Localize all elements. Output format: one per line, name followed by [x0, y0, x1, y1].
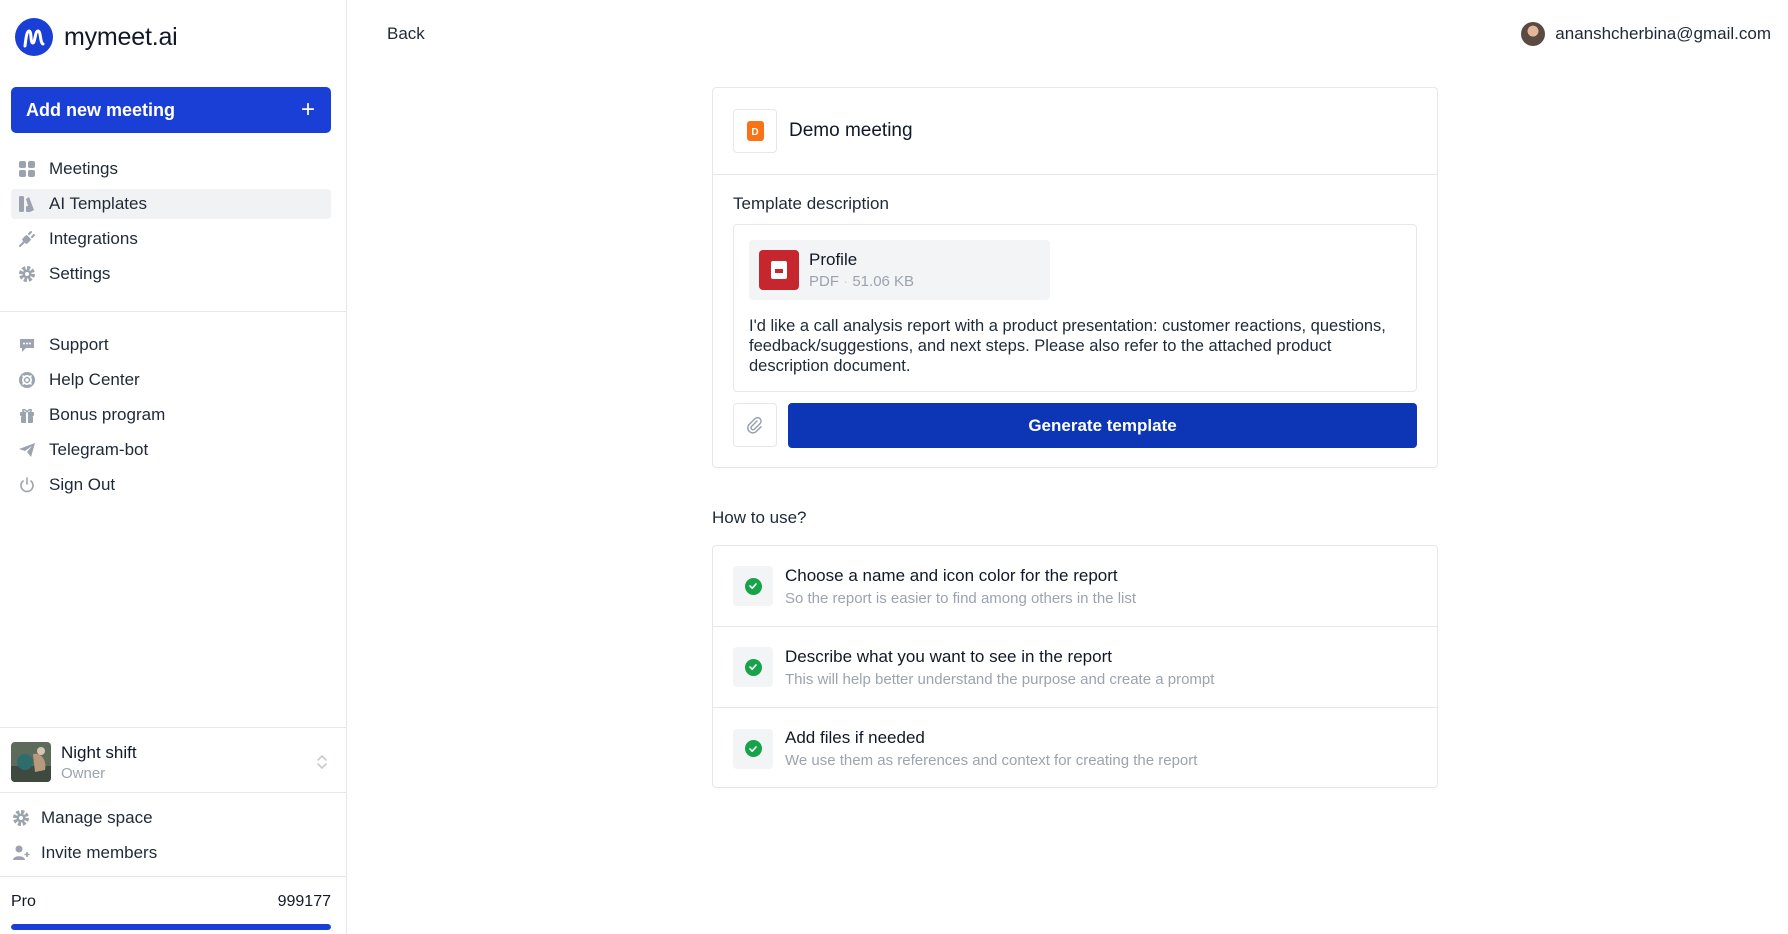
plan-name: Pro	[11, 893, 36, 910]
chevron-up-down-icon	[315, 752, 329, 777]
send-icon	[17, 440, 37, 460]
template-description-text[interactable]: I'd like a call analysis report with a p…	[749, 316, 1399, 376]
sidebar-divider	[0, 727, 346, 728]
plus-icon: +	[300, 96, 315, 123]
sidebar-item-meetings[interactable]: Meetings	[11, 154, 331, 184]
file-type: PDF	[809, 273, 839, 290]
plan-progress-fill	[11, 924, 331, 930]
lifebuoy-icon	[17, 370, 37, 390]
step-title: Choose a name and icon color for the rep…	[785, 565, 1118, 585]
attached-file[interactable]: Profile PDF · 51.06 KB	[749, 240, 1050, 300]
primary-nav: Meetings AI Templates Integrations Setti…	[11, 154, 331, 294]
step-subtitle: So the report is easier to find among ot…	[785, 589, 1137, 607]
manage-space-label: Manage space	[41, 808, 153, 827]
step-check	[733, 647, 773, 687]
sidebar-item-label: Telegram-bot	[49, 440, 149, 459]
check-icon	[744, 740, 762, 757]
sidebar-item-help-center[interactable]: Help Center	[11, 365, 331, 395]
manage-space-item[interactable]: Manage space	[11, 803, 331, 833]
template-description-label: Template description	[733, 194, 889, 213]
how-to-use-title: How to use?	[712, 508, 807, 527]
check-icon	[744, 577, 762, 595]
back-link[interactable]: Back	[387, 24, 425, 44]
user-plus-icon	[11, 843, 31, 863]
step-item: Add files if needed We use them as refer…	[713, 708, 1437, 789]
secondary-nav: Support Help Center Bonus program Telegr…	[11, 330, 331, 505]
step-subtitle: This will help better understand the pur…	[785, 670, 1215, 688]
template-title[interactable]: Demo meeting	[789, 120, 913, 142]
workspace-role: Owner	[61, 764, 106, 782]
step-check	[733, 728, 773, 769]
gear-icon	[17, 264, 37, 284]
sidebar: mymeet.ai Add new meeting + Meetings AI …	[0, 0, 347, 934]
sidebar-divider	[0, 311, 346, 312]
file-name: Profile	[809, 250, 858, 269]
gift-icon	[17, 405, 37, 425]
sidebar-item-settings[interactable]: Settings	[11, 259, 331, 289]
sidebar-item-bonus-program[interactable]: Bonus program	[11, 400, 331, 430]
plan-progress-bar	[11, 924, 331, 930]
sidebar-item-label: AI Templates	[49, 194, 147, 213]
user-menu[interactable]: ananshcherbina@gmail.com	[1521, 22, 1771, 46]
how-to-use-steps: Choose a name and icon color for the rep…	[712, 545, 1438, 788]
templates-icon	[17, 194, 37, 214]
template-header: D Demo meeting	[713, 88, 1437, 175]
sidebar-divider	[0, 792, 346, 793]
logo[interactable]: mymeet.ai	[14, 17, 178, 57]
user-email: ananshcherbina@gmail.com	[1555, 24, 1771, 43]
step-check	[733, 566, 773, 606]
paperclip-icon	[747, 416, 762, 434]
plan-balance: 999177	[277, 893, 331, 910]
logo-text: mymeet.ai	[64, 22, 178, 51]
separator-dot: ·	[843, 273, 853, 290]
sidebar-item-label: Support	[49, 335, 109, 354]
attach-file-button[interactable]	[733, 403, 777, 447]
sidebar-item-ai-templates[interactable]: AI Templates	[11, 189, 331, 219]
step-item: Choose a name and icon color for the rep…	[713, 546, 1437, 627]
step-subtitle: We use them as references and context fo…	[785, 752, 1198, 769]
workspace-nav: Manage space Invite members	[11, 803, 331, 873]
gear-icon	[11, 808, 31, 828]
sidebar-item-label: Meetings	[49, 159, 118, 178]
invite-members-item[interactable]: Invite members	[11, 838, 331, 868]
chat-icon	[17, 335, 37, 355]
file-size: 51.06 KB	[852, 273, 915, 290]
sidebar-item-sign-out[interactable]: Sign Out	[11, 470, 331, 500]
avatar	[1521, 22, 1546, 46]
plan-info: Pro 999177	[11, 893, 331, 911]
sidebar-item-integrations[interactable]: Integrations	[11, 224, 331, 254]
template-icon-picker[interactable]: D	[733, 109, 777, 153]
workspace-avatar	[11, 742, 51, 782]
power-icon	[17, 475, 37, 495]
plug-icon	[17, 229, 37, 249]
sidebar-item-telegram-bot[interactable]: Telegram-bot	[11, 435, 331, 465]
sidebar-item-label: Help Center	[49, 370, 140, 389]
generate-template-button[interactable]: Generate template	[788, 403, 1417, 448]
step-title: Add files if needed	[785, 728, 925, 747]
workspace-name: Night shift	[61, 742, 137, 762]
sidebar-item-label: Settings	[49, 264, 111, 283]
sidebar-divider	[0, 876, 346, 877]
document-icon: D	[746, 121, 764, 141]
sidebar-item-label: Sign Out	[49, 475, 116, 494]
sidebar-item-support[interactable]: Support	[11, 330, 331, 360]
logo-mark-icon	[15, 18, 53, 56]
add-new-meeting-label: Add new meeting	[26, 99, 176, 120]
grid-icon	[17, 159, 37, 179]
template-description-box[interactable]: Profile PDF · 51.06 KB I'd like a call a…	[733, 224, 1417, 392]
pdf-file-icon	[759, 250, 799, 290]
check-icon	[744, 658, 762, 676]
sidebar-item-label: Integrations	[49, 229, 138, 248]
workspace-switcher[interactable]: Night shift Owner	[11, 740, 331, 784]
template-card: D Demo meeting Template description Prof…	[712, 87, 1438, 468]
add-new-meeting-button[interactable]: Add new meeting +	[11, 87, 331, 133]
invite-members-label: Invite members	[41, 843, 158, 862]
step-item: Describe what you want to see in the rep…	[713, 627, 1437, 708]
sidebar-item-label: Bonus program	[49, 405, 166, 424]
step-title: Describe what you want to see in the rep…	[785, 646, 1112, 666]
file-meta: PDF · 51.06 KB	[809, 273, 914, 290]
